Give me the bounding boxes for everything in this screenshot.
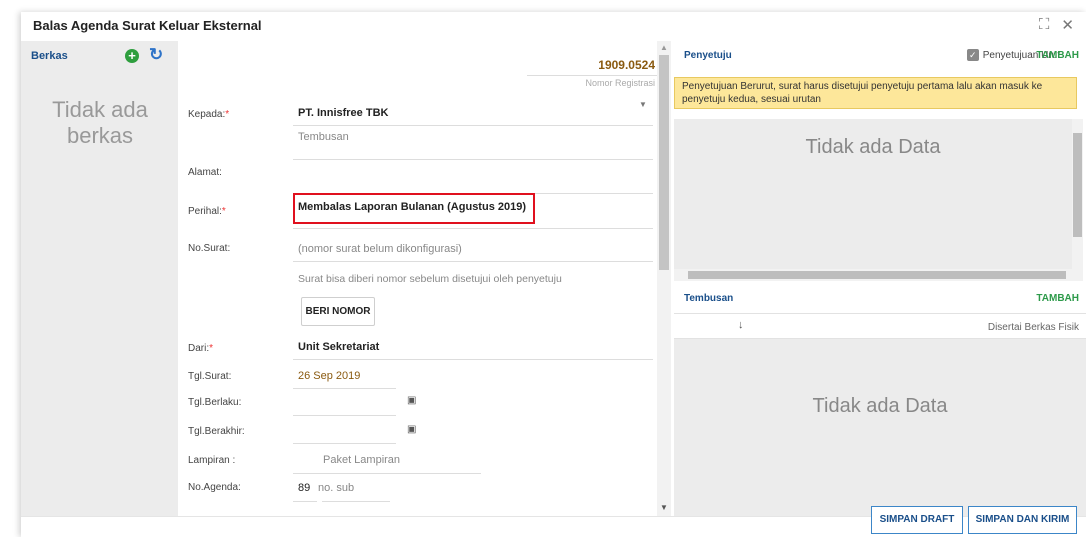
scrollbar-thumb[interactable] bbox=[659, 55, 669, 270]
tambah-penyetuju-button[interactable]: TAMBAH bbox=[1036, 50, 1079, 61]
tgl-berakhir-label: Tgl.Berakhir: bbox=[188, 426, 245, 437]
berkas-panel: Berkas + ↻ Tidak ada berkas bbox=[21, 41, 178, 516]
right-panel: Penyetuju ✓ Penyetujuan Urut TAMBAH Peny… bbox=[671, 41, 1086, 516]
highlight-box bbox=[293, 193, 535, 224]
checkbox-icon[interactable]: ✓ bbox=[966, 49, 979, 61]
chevron-down-icon[interactable]: ▼ bbox=[639, 100, 647, 109]
simpan-dan-kirim-button[interactable]: SIMPAN DAN KIRIM bbox=[968, 506, 1077, 534]
simpan-draft-button[interactable]: SIMPAN DRAFT bbox=[871, 506, 963, 534]
berkas-header: Berkas bbox=[31, 50, 68, 62]
penyetuju-list: Tidak ada Data bbox=[674, 119, 1072, 269]
berkas-empty-text: Tidak ada berkas bbox=[52, 97, 148, 148]
refresh-icon[interactable]: ↻ bbox=[149, 45, 163, 65]
lampiran-field[interactable]: Paket Lampiran bbox=[323, 454, 400, 466]
form-scrollbar[interactable]: ▲ ▼ bbox=[657, 41, 671, 516]
tembusan-list: Tidak ada Data bbox=[674, 339, 1086, 516]
tgl-surat-field[interactable]: 26 Sep 2019 bbox=[298, 370, 360, 382]
kepada-field[interactable]: PT. Innisfree TBK bbox=[298, 107, 388, 119]
calendar-icon[interactable]: ▣ bbox=[407, 395, 416, 406]
nosub-field[interactable]: no. sub bbox=[318, 482, 354, 494]
noagenda-field[interactable]: 89 bbox=[298, 482, 310, 494]
arrow-down-icon[interactable]: ↓ bbox=[738, 319, 744, 331]
disertai-berkas-header: Disertai Berkas Fisik bbox=[987, 322, 1079, 333]
alamat-label: Alamat: bbox=[188, 167, 222, 178]
tembusan-field[interactable]: Tembusan bbox=[298, 131, 349, 143]
penyetuju-hscroll[interactable] bbox=[674, 269, 1083, 281]
nosurat-label: No.Surat: bbox=[188, 243, 231, 254]
penyetuju-vscroll[interactable] bbox=[1072, 119, 1083, 269]
tembusan-empty-text: Tidak ada Data bbox=[812, 395, 948, 417]
close-icon[interactable]: ✕ bbox=[1061, 16, 1074, 34]
dari-label: Dari:* bbox=[188, 343, 214, 354]
dialog-title: Balas Agenda Surat Keluar Eksternal bbox=[33, 18, 262, 33]
kepada-label: Kepada:* bbox=[188, 109, 230, 120]
tambah-tembusan-button[interactable]: TAMBAH bbox=[1036, 293, 1079, 304]
letter-form: 1909.0524 Nomor Registrasi Kepada:* PT. … bbox=[178, 41, 662, 516]
lampiran-label: Lampiran : bbox=[188, 455, 236, 466]
registration-number: 1909.0524 bbox=[598, 58, 655, 72]
nosurat-hint: Surat bisa diberi nomor sebelum disetuju… bbox=[298, 273, 562, 285]
nosurat-field: (nomor surat belum dikonfigurasi) bbox=[298, 243, 462, 255]
tgl-berlaku-label: Tgl.Berlaku: bbox=[188, 397, 242, 408]
notice-banner: Penyetujuan Berurut, surat harus disetuj… bbox=[674, 77, 1077, 109]
perihal-label: Perihal:* bbox=[188, 206, 226, 217]
plus-circle-icon[interactable]: + bbox=[125, 49, 139, 63]
window-controls: ⛶ ✕ bbox=[1039, 16, 1074, 34]
beri-nomor-button[interactable]: BERI NOMOR bbox=[301, 297, 375, 326]
registration-label: Nomor Registrasi bbox=[585, 78, 655, 88]
penyetuju-empty-text: Tidak ada Data bbox=[805, 136, 941, 158]
noagenda-label: No.Agenda: bbox=[188, 482, 241, 493]
tgl-surat-label: Tgl.Surat: bbox=[188, 371, 232, 382]
calendar-icon[interactable]: ▣ bbox=[407, 424, 416, 435]
dialog: Balas Agenda Surat Keluar Eksternal ⛶ ✕ … bbox=[21, 12, 1086, 537]
dari-field[interactable]: Unit Sekretariat bbox=[298, 341, 379, 353]
penyetuju-header: Penyetuju bbox=[684, 50, 732, 61]
tembusan-header: Tembusan bbox=[684, 293, 734, 304]
expand-icon[interactable]: ⛶ bbox=[1039, 16, 1050, 34]
